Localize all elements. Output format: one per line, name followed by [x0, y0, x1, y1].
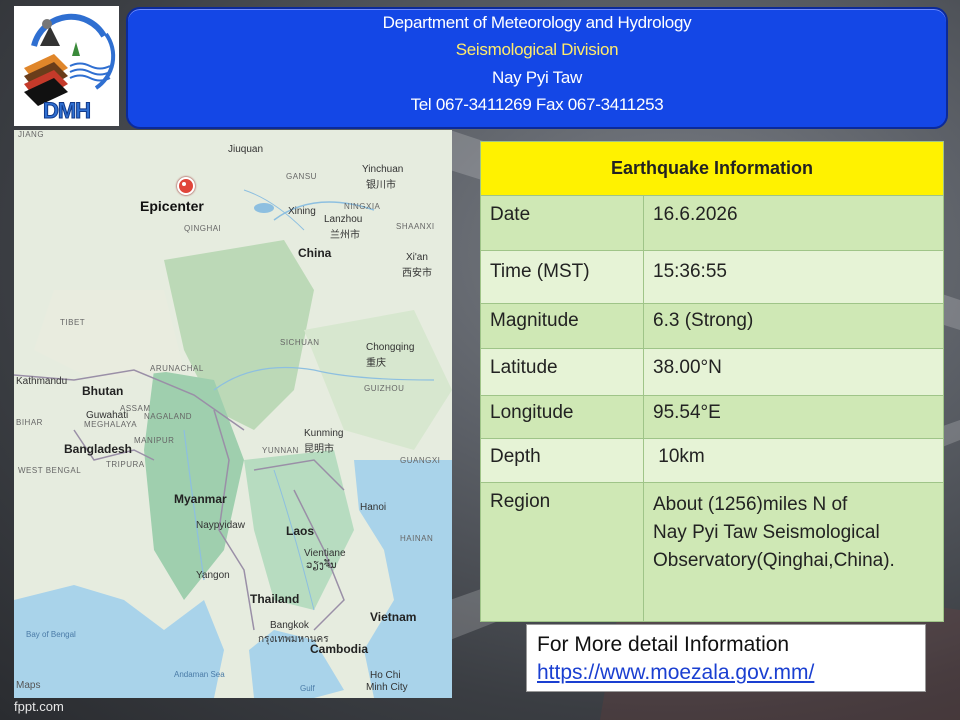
earthquake-info-table: Earthquake Information Date 16.6.2026 Ti… [480, 141, 944, 622]
table-row: Longitude 95.54°E [480, 395, 944, 439]
region-label: Region [480, 482, 644, 622]
map-label-hanoi: Hanoi [360, 502, 387, 513]
map-label-lanzhou: Lanzhou [324, 214, 363, 225]
map-label-manipur: MANIPUR [134, 436, 175, 445]
map-label-arunachal: ARUNACHAL [150, 364, 204, 373]
map-label-xining: Xining [288, 206, 316, 217]
map-label-sichuan: SICHUAN [280, 338, 320, 347]
table-row: Region About (1256)miles N of Nay Pyi Ta… [480, 482, 944, 622]
fppt-watermark: fppt.com [14, 699, 64, 714]
map-label-juquan: Jiuquan [228, 144, 264, 155]
epicenter-map[interactable]: Epicenter JIANG Jiuquan Yinchuan 银川市 GAN… [14, 130, 452, 698]
latitude-value: 38.00°N [643, 348, 944, 396]
map-label-china: China [298, 246, 332, 260]
map-label-bay-of-bengal: Bay of Bengal [26, 630, 76, 639]
logo-text: DMH [42, 98, 91, 124]
division-name: Seismological Division [455, 40, 619, 59]
city-name: Nay Pyi Taw [492, 68, 582, 87]
map-label-vientiane-local: ວຽງຈັນ [306, 560, 337, 571]
latitude-label: Latitude [480, 348, 644, 396]
map-label-hainan: HAINAN [400, 534, 434, 543]
map-label-chongqing-cn: 重庆 [366, 358, 386, 369]
map-label-laos: Laos [286, 524, 315, 538]
table-row: Latitude 38.00°N [480, 348, 944, 396]
longitude-value: 95.54°E [643, 395, 944, 439]
region-value: About (1256)miles N of Nay Pyi Taw Seism… [643, 482, 944, 622]
table-row: Depth 10km [480, 438, 944, 483]
map-label-guangxi: GUANGXI [400, 456, 441, 465]
depth-label: Depth [480, 438, 644, 483]
region-line-1: About (1256)miles N of [653, 494, 848, 515]
date-label: Date [480, 195, 644, 251]
detail-info-text: For More detail Information [537, 633, 790, 656]
map-label-yangon: Yangon [196, 570, 230, 581]
moezala-website-link[interactable]: https://www.moezala.gov.mm/ [537, 661, 814, 685]
table-row: Date 16.6.2026 [480, 195, 944, 251]
map-label-kunming-cn: 昆明市 [304, 444, 334, 455]
map-label-xian: Xi'an [406, 252, 428, 263]
epicenter-label: Epicenter [140, 198, 204, 214]
contact-line: Tel 067-3411269 Fax 067-3411253 [410, 95, 664, 114]
map-label-bhutan: Bhutan [82, 384, 124, 398]
table-row: Magnitude 6.3 (Strong) [480, 303, 944, 349]
map-label-kathmandu: Kathmandu [16, 376, 68, 387]
date-value: 16.6.2026 [643, 195, 944, 251]
time-value: 15:36:55 [643, 250, 944, 304]
map-label-shaanxi: SHAANXI [396, 222, 435, 231]
epicenter-marker-icon[interactable] [177, 177, 195, 195]
map-label-ningxia: NINGXIA [344, 202, 381, 211]
map-label-ho-chi-minh: Ho Chi [370, 670, 401, 681]
dmh-logo: DMH [14, 6, 119, 126]
department-name: Department of Meteorology and Hydrology [382, 13, 692, 32]
region-line-3: Observatory(Qinghai,China). [653, 550, 895, 571]
map-label-tripura: TRIPURA [106, 460, 145, 469]
magnitude-label: Magnitude [480, 303, 644, 349]
map-label-kunming: Kunming [304, 428, 344, 439]
map-label-bangkok: Bangkok [270, 620, 309, 631]
time-label: Time (MST) [480, 250, 644, 304]
map-label-ho-chi-minh-2: Minh City [366, 682, 408, 693]
map-label-yinchuan-cn: 银川市 [366, 180, 396, 191]
map-label-guizhou: GUIZHOU [364, 384, 405, 393]
map-label-jiang: JIANG [18, 130, 45, 139]
longitude-label: Longitude [480, 395, 644, 439]
info-table-title: Earthquake Information [480, 141, 944, 196]
map-label-qinghai: QINGHAI [184, 224, 222, 233]
map-label-myanmar: Myanmar [174, 492, 227, 506]
map-label-naypyidaw: Naypyidaw [196, 520, 245, 531]
map-label-gansu: GANSU [286, 172, 317, 181]
map-label-tibet: TIBET [60, 318, 86, 327]
map-label-xian-cn: 西安市 [402, 268, 432, 279]
table-row: Time (MST) 15:36:55 [480, 250, 944, 304]
map-label-meghalaya: MEGHALAYA [84, 420, 138, 429]
detail-info-box: For More detail Information https://www.… [526, 624, 926, 692]
map-label-nagaland: NAGALAND [144, 412, 193, 421]
maps-attribution: Maps [16, 680, 41, 691]
map-label-andaman-sea: Andaman Sea [174, 670, 225, 679]
map-label-lanzhou-cn: 兰州市 [330, 230, 360, 241]
region-line-2: Nay Pyi Taw Seismological [653, 522, 880, 543]
map-label-yunnan: YUNNAN [262, 446, 299, 455]
logo-emblem-icon [24, 13, 116, 106]
depth-value: 10km [643, 438, 944, 483]
map-label-bihar: BIHAR [16, 418, 43, 427]
map-label-vientiane: Vientiane [304, 548, 346, 559]
map-label-chongqing: Chongqing [366, 342, 415, 353]
map-label-cambodia: Cambodia [310, 642, 369, 656]
map-label-yinchuan: Yinchuan [362, 164, 404, 175]
map-label-vietnam: Vietnam [370, 610, 417, 624]
map-label-west-bengal: WEST BENGAL [18, 466, 82, 475]
magnitude-value: 6.3 (Strong) [643, 303, 944, 349]
map-label-thailand: Thailand [250, 592, 300, 606]
header-banner: Department of Meteorology and Hydrology … [126, 7, 948, 129]
map-label-gulf: Gulf [300, 684, 315, 693]
map-label-bangladesh: Bangladesh [64, 442, 133, 456]
